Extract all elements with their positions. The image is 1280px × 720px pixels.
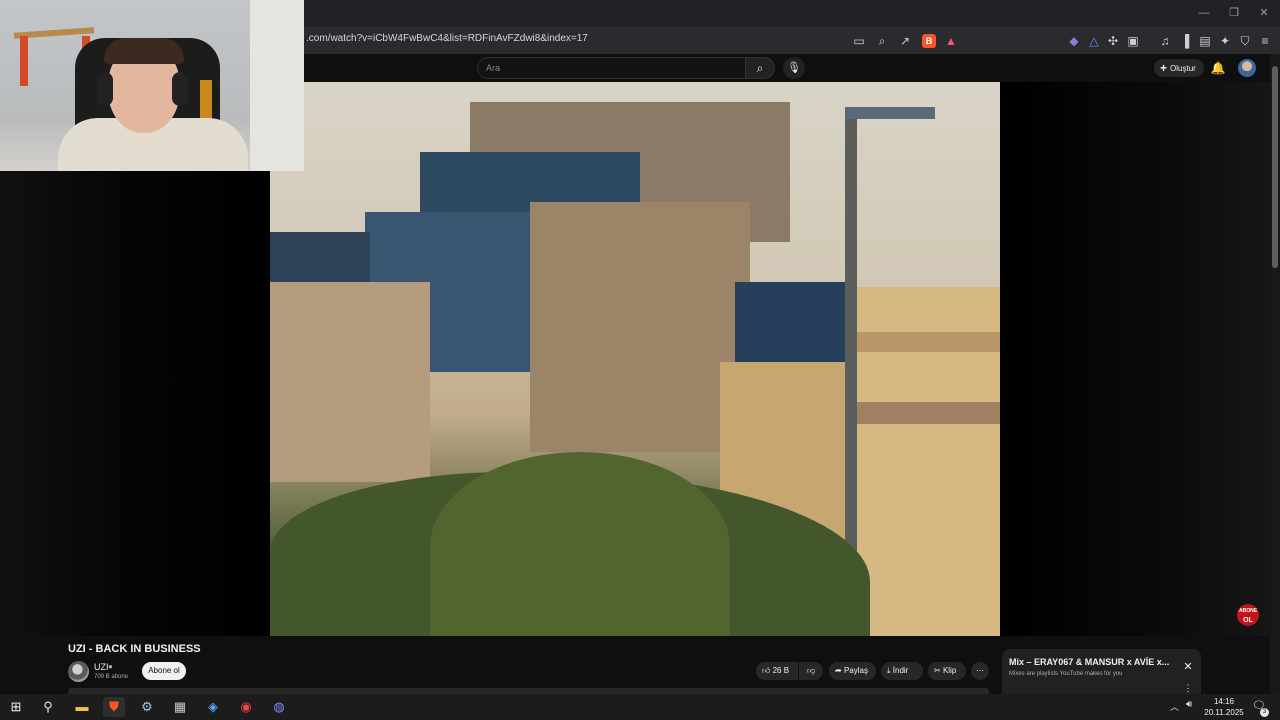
more-horizontal-icon: ⋯ <box>976 666 984 675</box>
video-title: UZI - BACK IN BUSINESS <box>68 643 201 655</box>
wallet-icon[interactable]: ▤ <box>1196 32 1214 50</box>
scrollbar-thumb[interactable] <box>1272 66 1278 268</box>
menu-icon[interactable]: ≡ <box>1256 32 1274 50</box>
video-frame[interactable] <box>270 82 1000 636</box>
webcam-headphone-shape <box>172 72 188 106</box>
discord-icon[interactable]: ◍ <box>268 697 290 717</box>
create-label: Oluştur <box>1170 64 1196 73</box>
like-button[interactable]: 👍︎ 26 B <box>756 662 798 680</box>
windows-start-icon[interactable]: ⊞ <box>5 697 27 717</box>
more-vertical-icon[interactable]: ⋮ <box>1182 682 1194 694</box>
share-icon: ➦ <box>835 666 844 675</box>
webcam-person-hair-shape <box>104 38 184 64</box>
search-input[interactable]: Ara <box>477 57 745 79</box>
plus-icon: + <box>1160 61 1168 75</box>
search-icon: ⌕ <box>756 61 764 75</box>
subscriber-count: 709 B abone <box>94 674 129 680</box>
watermark-text: ABONE <box>1238 608 1258 614</box>
video-building-shape <box>855 402 1000 424</box>
clock-time[interactable]: 14:16 <box>1208 697 1240 706</box>
notifications-bell-icon[interactable]: 🔔 <box>1210 59 1226 77</box>
notification-count: 3 <box>1260 708 1269 717</box>
steam-icon[interactable]: ⚙ <box>136 697 158 717</box>
app-window-icon[interactable]: ▦ <box>169 697 191 717</box>
channel-name[interactable]: UZI <box>94 662 109 672</box>
thumbs-up-icon: 👍︎ <box>762 666 773 675</box>
webcam-overlay <box>0 0 304 171</box>
video-lamppost-shape <box>845 107 935 119</box>
vpn-shield-icon[interactable]: ⛉ <box>1236 32 1254 50</box>
zoom-icon[interactable]: ⌕ <box>873 32 891 50</box>
app-record-icon[interactable]: ◉ <box>235 697 257 717</box>
brave-browser-icon[interactable]: ⛊ <box>103 697 125 717</box>
like-count: 26 B <box>772 666 790 675</box>
voice-search-button[interactable]: 🎙 <box>783 57 805 79</box>
close-icon[interactable]: ✕ <box>1181 660 1195 674</box>
brave-rewards-icon[interactable]: ▲ <box>942 32 960 50</box>
mix-title[interactable]: Mix – ERAY067 & MANSUR x AVİE x... <box>1009 657 1174 667</box>
video-trees-shape <box>430 452 730 636</box>
subscribe-watermark[interactable]: ABONE OL <box>1237 604 1259 626</box>
share-page-icon[interactable]: ↗ <box>896 32 914 50</box>
clock-date[interactable]: 20.11.2025 <box>1203 708 1245 717</box>
close-window-icon[interactable]: ✕ <box>1257 6 1271 20</box>
search-button[interactable]: ⌕ <box>745 57 775 79</box>
mix-subtitle: Mixes are playlists YouTube makes for yo… <box>1009 671 1123 677</box>
extension-triangle-icon[interactable]: △ <box>1085 32 1103 50</box>
url-text[interactable]: .com/watch?v=iCbW4FwBwC4&list=RDFinAvFZd… <box>306 33 588 44</box>
subscribe-button[interactable]: Abone ol <box>142 662 186 680</box>
extension-leo-icon[interactable]: ◆ <box>1065 32 1083 50</box>
channel-avatar[interactable] <box>68 661 89 682</box>
windows-taskbar <box>0 694 1280 720</box>
more-actions-button[interactable]: ⋯ <box>971 662 989 680</box>
webcam-scarf-shape <box>20 36 28 86</box>
account-avatar[interactable] <box>1238 59 1256 77</box>
download-button[interactable]: ⤓ İndir <box>881 662 923 680</box>
file-explorer-icon[interactable]: ▬ <box>71 697 93 717</box>
extensions-puzzle-icon[interactable]: ✣ <box>1104 32 1122 50</box>
tab-capture-icon[interactable]: ▣ <box>1124 32 1142 50</box>
volume-icon[interactable]: 🔊︎ <box>1186 699 1192 710</box>
video-building-shape <box>270 282 430 482</box>
share-label: Paylaş <box>843 666 868 675</box>
watermark-text: OL <box>1243 617 1253 624</box>
tray-chevron-icon[interactable]: ︿ <box>1170 700 1179 713</box>
leo-ai-icon[interactable]: ✦ <box>1216 32 1234 50</box>
brave-shield-icon[interactable]: B <box>922 34 936 48</box>
minimize-icon[interactable]: — <box>1197 6 1211 20</box>
webcam-door-shape <box>250 0 304 171</box>
media-music-icon[interactable]: ♫ <box>1156 32 1174 50</box>
thumbs-down-icon: 👎︎ <box>806 666 816 675</box>
video-building-shape <box>855 332 1000 352</box>
video-building-shape <box>530 202 750 452</box>
clip-button[interactable]: ✂ Klip <box>928 662 966 680</box>
clip-label: Klip <box>942 666 957 675</box>
create-button[interactable]: + Oluştur <box>1154 59 1204 77</box>
cast-icon[interactable]: ▭ <box>850 32 868 50</box>
scissors-icon: ✂ <box>934 666 943 675</box>
download-label: İndir <box>892 666 909 675</box>
dislike-button[interactable]: 👎︎ <box>799 662 823 680</box>
sidebar-icon[interactable]: ▐ <box>1176 32 1194 50</box>
search-icon[interactable]: ⚲ <box>37 697 59 717</box>
microphone-icon: 🎙 <box>787 62 801 74</box>
share-button[interactable]: ➦ Paylaş <box>829 662 876 680</box>
app-diamond-icon[interactable]: ◈ <box>202 697 224 717</box>
verified-icon: ● <box>108 662 113 671</box>
webcam-headphone-shape <box>97 72 113 106</box>
restore-icon[interactable]: ❐ <box>1227 6 1241 20</box>
